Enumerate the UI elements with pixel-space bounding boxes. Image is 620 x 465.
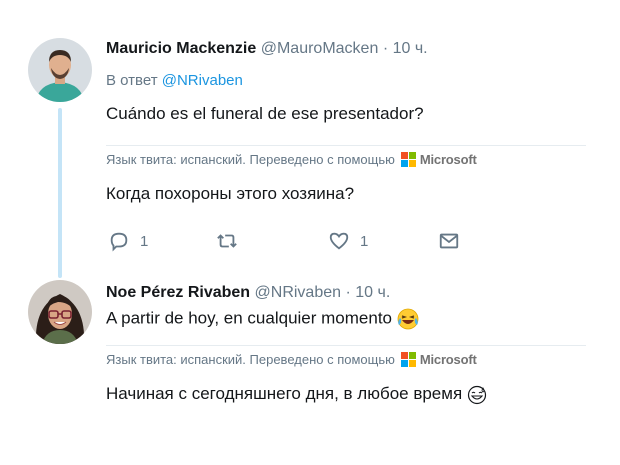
tweet-header: Mauricio Mackenzie @MauroMacken · 10 ч.: [106, 40, 428, 58]
microsoft-logo-icon: [400, 352, 416, 367]
grinning-sweat-emoji-icon: [467, 385, 486, 404]
message-icon: [439, 233, 459, 249]
translated-text: Когда похороны этого хозяина?: [106, 184, 355, 203]
like-count: 1: [360, 232, 369, 250]
translation-attribution: Язык твита: испанский. Переведено с помо…: [106, 345, 586, 367]
like-icon: [329, 232, 349, 250]
retweet-button[interactable]: [216, 230, 246, 252]
display-name[interactable]: Mauricio Mackenzie: [106, 40, 256, 57]
timestamp[interactable]: 10 ч.: [393, 40, 428, 57]
microsoft-logo-icon: [400, 152, 416, 167]
retweet-icon: [217, 234, 237, 248]
translation-note: Язык твита: испанский. Переведено с помо…: [106, 152, 395, 167]
tweet-header: Noe Pérez Rivaben @NRivaben · 10 ч.: [106, 284, 390, 302]
tweet-actions: 1 1: [106, 230, 466, 254]
avatar[interactable]: [28, 38, 92, 102]
translated-text-row: Начиная с сегодняшнего дня, в любое врем…: [106, 384, 487, 405]
avatar[interactable]: [28, 280, 92, 344]
user-handle[interactable]: @MauroMacken: [261, 40, 379, 57]
thread-connector-line: [58, 108, 62, 278]
reply-icon: [110, 232, 128, 252]
like-button[interactable]: 1: [328, 230, 368, 252]
reply-to-link[interactable]: @NRivaben: [162, 72, 243, 89]
translator-name: Microsoft: [419, 352, 477, 367]
translation-attribution: Язык твита: испанский. Переведено с помо…: [106, 145, 586, 167]
separator-dot: ·: [382, 40, 389, 57]
reply-count: 1: [140, 232, 149, 250]
translation-note: Язык твита: испанский. Переведено с помо…: [106, 352, 395, 367]
display-name[interactable]: Noe Pérez Rivaben: [106, 284, 250, 301]
tweet-text: A partir de hoy, en cualquier momento: [106, 308, 393, 328]
laughing-crying-emoji-icon: [397, 308, 419, 330]
translator-name: Microsoft: [419, 152, 477, 167]
tweet-text-row: A partir de hoy, en cualquier momento: [106, 308, 419, 330]
timestamp[interactable]: 10 ч.: [355, 284, 390, 301]
direct-message-button[interactable]: [438, 230, 460, 252]
tweet-text: Cuándo es el funeral de ese presentador?: [106, 104, 424, 123]
user-handle[interactable]: @NRivaben: [255, 284, 342, 301]
reply-button[interactable]: 1: [108, 230, 148, 252]
translated-text: Начиная с сегодняшнего дня, в любое врем…: [106, 384, 463, 403]
reply-prefix: В ответ: [106, 72, 158, 89]
reply-context: В ответ @NRivaben: [106, 72, 243, 89]
separator-dot: ·: [345, 284, 351, 301]
